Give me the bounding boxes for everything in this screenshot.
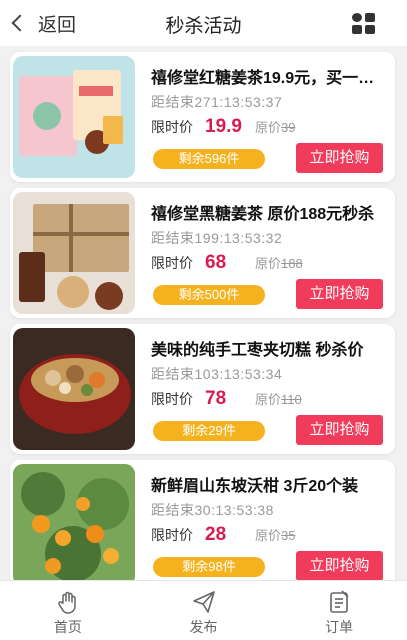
tab-home-label: 首页: [53, 619, 82, 635]
buy-now-button[interactable]: 立即抢购: [296, 143, 383, 173]
product-name: 新鲜眉山东坡沃柑 3斤20个装: [151, 478, 359, 495]
buy-now-button[interactable]: 立即抢购: [296, 551, 383, 580]
ginger-tea-box-image: [13, 56, 135, 178]
original-price: 39: [281, 120, 296, 135]
stock-badge: 剩余596件: [153, 149, 265, 169]
stock-badge: 剩余29件: [153, 421, 265, 441]
tab-publish[interactable]: 发布: [136, 581, 272, 640]
stock-badge: 剩余500件: [153, 285, 265, 305]
price-row: 限时价 78 原价 110: [151, 388, 302, 410]
buy-now-button[interactable]: 立即抢购: [296, 415, 383, 445]
product-image[interactable]: [13, 328, 135, 450]
price-label: 限时价: [151, 527, 193, 543]
product-image[interactable]: [13, 464, 135, 580]
sale-price: 19.9: [205, 116, 242, 137]
price-row: 限时价 19.9 原价 39: [151, 116, 295, 138]
grid-menu-icon[interactable]: [352, 13, 376, 35]
product-card[interactable]: 新鲜眉山东坡沃柑 3斤20个装 距结束30:13:53:38 限时价 28 原价…: [10, 460, 395, 580]
sale-price: 28: [205, 524, 227, 545]
top-bar: 返回 秒杀活动: [0, 0, 407, 46]
paper-plane-icon: [192, 591, 215, 613]
product-list[interactable]: 禧修堂红糖姜茶19.9元，买一送一 距结束271:13:53:37 限时价 19…: [0, 46, 407, 580]
stock-badge: 剩余98件: [153, 557, 265, 577]
product-name: 禧修堂黑糖姜茶 原价188元秒杀: [151, 206, 375, 223]
price-row: 限时价 68 原价 188: [151, 252, 303, 274]
tab-publish-label: 发布: [189, 619, 218, 635]
original-price-label: 原价: [255, 256, 282, 271]
original-price: 188: [281, 256, 303, 271]
product-image[interactable]: [13, 56, 135, 178]
tab-orders-label: 订单: [325, 619, 354, 635]
product-name: 禧修堂红糖姜茶19.9元，买一送一: [151, 70, 387, 87]
original-price: 110: [281, 392, 302, 407]
citrus-tree-image: [13, 464, 135, 580]
hand-icon: [58, 591, 76, 614]
price-label: 限时价: [151, 255, 193, 271]
tab-home[interactable]: 首页: [0, 581, 136, 640]
tab-orders[interactable]: 订单: [271, 581, 407, 640]
product-card[interactable]: 美味的纯手工枣夹切糕 秒杀价 距结束103:13:53:34 限时价 78 原价…: [10, 324, 395, 454]
original-price-label: 原价: [255, 120, 282, 135]
price-label: 限时价: [151, 119, 193, 135]
order-list-icon: [330, 590, 349, 613]
sale-price: 78: [205, 388, 227, 409]
date-cake-image: [13, 328, 135, 450]
countdown-text: 距结束199:13:53:32: [151, 230, 283, 246]
original-price-label: 原价: [255, 528, 282, 543]
original-price-label: 原价: [255, 392, 282, 407]
countdown-text: 距结束103:13:53:34: [151, 366, 283, 382]
sale-price: 68: [205, 252, 227, 273]
countdown-text: 距结束271:13:53:37: [151, 94, 283, 110]
product-card[interactable]: 禧修堂红糖姜茶19.9元，买一送一 距结束271:13:53:37 限时价 19…: [10, 52, 395, 182]
product-name: 美味的纯手工枣夹切糕 秒杀价: [151, 342, 364, 359]
price-row: 限时价 28 原价 35: [151, 524, 295, 546]
original-price: 35: [281, 528, 296, 543]
bottom-tab-bar: 首页 发布 订单: [0, 580, 407, 640]
page-title: 秒杀活动: [165, 16, 242, 37]
black-sugar-tea-box-image: [13, 192, 135, 314]
price-label: 限时价: [151, 391, 193, 407]
buy-now-button[interactable]: 立即抢购: [296, 279, 383, 309]
countdown-text: 距结束30:13:53:38: [151, 502, 274, 518]
product-card[interactable]: 禧修堂黑糖姜茶 原价188元秒杀 距结束199:13:53:32 限时价 68 …: [10, 188, 395, 318]
product-image[interactable]: [13, 192, 135, 314]
